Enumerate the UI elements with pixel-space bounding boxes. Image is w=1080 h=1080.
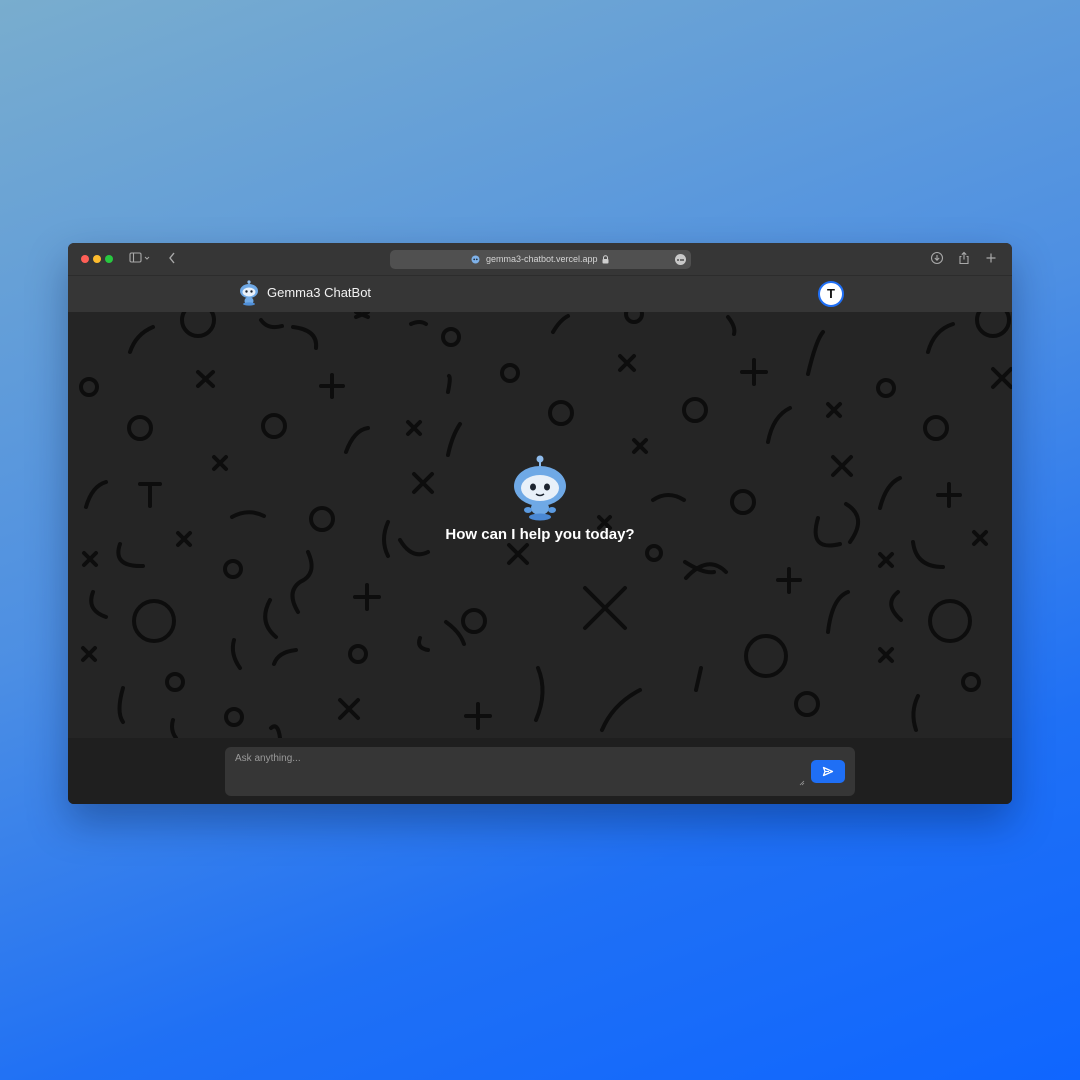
resize-grip-icon[interactable]	[799, 780, 805, 786]
more-icon[interactable]	[675, 254, 686, 265]
download-icon[interactable]	[930, 251, 944, 270]
user-avatar[interactable]: T	[818, 281, 844, 307]
lock-icon	[602, 255, 609, 264]
send-button[interactable]	[811, 760, 845, 783]
sidebar-toggle-icon[interactable]	[129, 251, 151, 270]
close-window-button[interactable]	[81, 255, 89, 263]
send-icon	[822, 766, 834, 777]
chevron-left-icon[interactable]	[167, 251, 177, 270]
browser-window: gemma3-chatbot.vercel.app Gemma3 ChatBot…	[68, 243, 1012, 804]
robot-logo-icon	[237, 280, 261, 311]
robot-mascot-icon	[510, 455, 570, 526]
zoom-window-button[interactable]	[105, 255, 113, 263]
minimize-window-button[interactable]	[93, 255, 101, 263]
composer-area	[68, 738, 1012, 804]
address-url: gemma3-chatbot.vercel.app	[486, 254, 598, 264]
share-icon[interactable]	[957, 251, 971, 270]
message-input[interactable]	[235, 753, 800, 789]
site-favicon-icon	[471, 255, 480, 264]
welcome-heading: How can I help you today?	[445, 526, 635, 543]
plus-icon[interactable]	[984, 251, 998, 270]
address-bar[interactable]: gemma3-chatbot.vercel.app	[390, 250, 691, 269]
browser-toolbar: gemma3-chatbot.vercel.app	[68, 243, 1012, 276]
app-header: Gemma3 ChatBot T	[68, 276, 1012, 312]
chat-area: How can I help you today?	[68, 312, 1012, 738]
message-input-box	[225, 747, 855, 796]
app-title: Gemma3 ChatBot	[267, 285, 372, 300]
